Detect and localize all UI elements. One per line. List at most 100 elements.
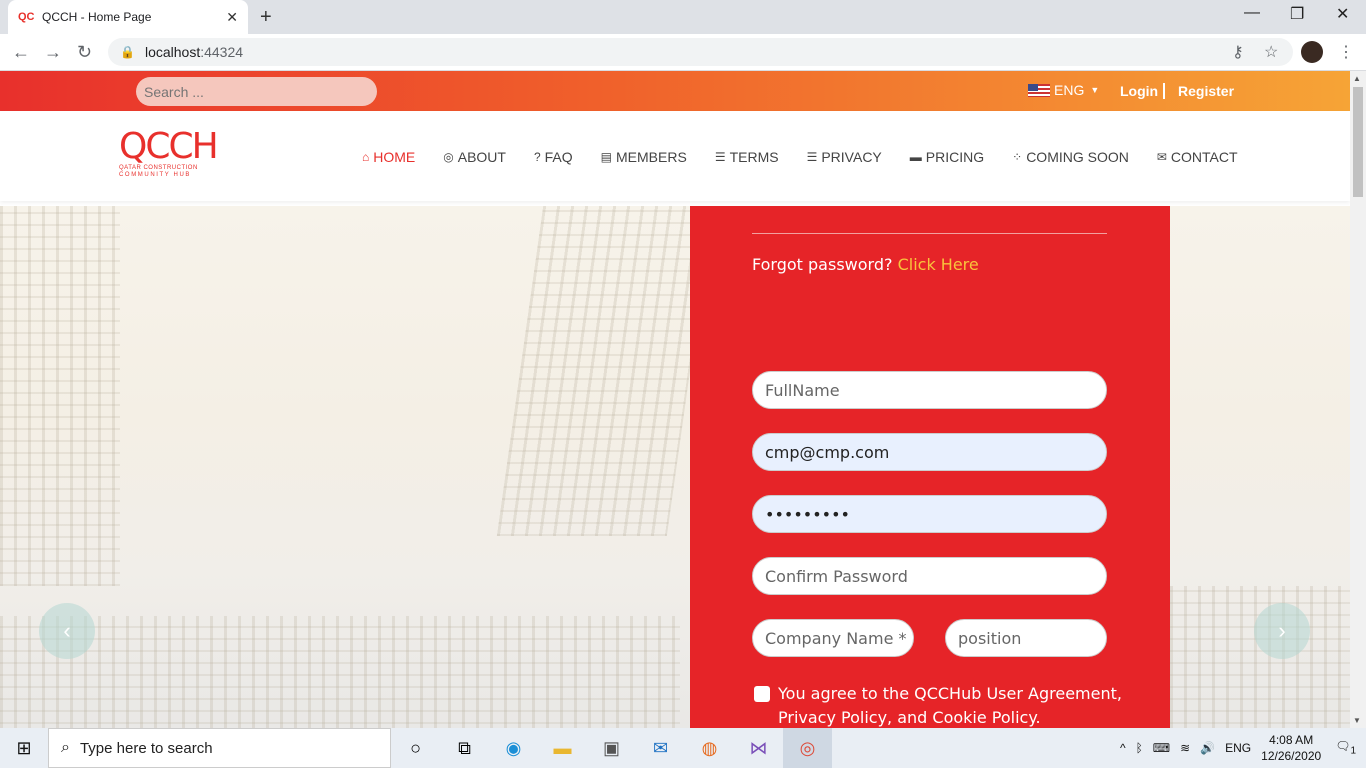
back-icon[interactable]: ← <box>12 42 30 63</box>
divider <box>752 233 1107 234</box>
building-base-image <box>0 616 680 728</box>
building-right-image <box>1170 586 1350 728</box>
nav-contact[interactable]: ✉ CONTACT <box>1157 149 1238 165</box>
agree-text-line2: Privacy Policy, and Cookie Policy. <box>778 708 1041 727</box>
file-explorer-icon[interactable]: ▬ <box>538 728 587 768</box>
menu-icon[interactable]: ⋮ <box>1338 42 1354 62</box>
star-icon[interactable]: ☆ <box>1264 42 1278 62</box>
task-view-icon[interactable]: ⧉ <box>440 728 489 768</box>
position-field[interactable] <box>945 619 1107 657</box>
clock-date: 12/26/2020 <box>1261 749 1322 763</box>
tab-title: QCCH - Home Page <box>42 10 152 24</box>
close-window-icon[interactable]: ✕ <box>1336 4 1349 24</box>
taskbar-search-text: Type here to search <box>79 739 213 757</box>
nav-privacy[interactable]: ☰ PRIVACY <box>807 149 882 165</box>
chrome-icon[interactable]: ◎ <box>783 728 832 768</box>
spinner-icon: ⁘ <box>1012 150 1023 164</box>
restore-icon[interactable]: ❐ <box>1290 4 1304 24</box>
forgot-text: Forgot password? <box>752 255 893 274</box>
password-field[interactable] <box>752 495 1107 533</box>
language-label: ENG <box>1054 82 1085 98</box>
nav-pricing[interactable]: ▬ PRICING <box>910 149 984 165</box>
minimize-icon[interactable]: — <box>1244 4 1260 22</box>
register-panel: Forgot password? Click Here You agree to… <box>690 206 1170 728</box>
nav-home[interactable]: ⌂ HOME <box>362 149 415 165</box>
browser-tab[interactable]: QC QCCH - Home Page ✕ <box>8 0 248 34</box>
site-search-input[interactable] <box>136 77 377 106</box>
taskbar-search[interactable]: ⌕ Type here to search <box>48 728 391 768</box>
scroll-down-icon[interactable]: ▼ <box>1353 716 1361 725</box>
forward-icon[interactable]: → <box>44 42 62 63</box>
wifi-icon[interactable]: ≋ <box>1180 741 1190 755</box>
address-bar: ← → ↻ 🔒 localhost:44324 ⚷ ☆ ⋮ <box>0 34 1366 71</box>
search-icon: ⌕ <box>61 739 70 756</box>
nav-label: HOME <box>373 149 416 165</box>
envelope-icon: ✉ <box>1156 150 1167 164</box>
show-hidden-icons-icon[interactable]: ^ <box>1120 741 1126 755</box>
bluetooth-icon[interactable]: ᛒ <box>1136 741 1143 755</box>
money-icon: ▬ <box>909 150 922 164</box>
nav-terms[interactable]: ☰ TERMS <box>715 149 779 165</box>
forgot-password-link[interactable]: Click Here <box>898 255 979 274</box>
register-link[interactable]: Register <box>1178 83 1234 99</box>
site-top-strip: ENG ▼ Login Register <box>0 71 1350 111</box>
list-icon: ☰ <box>714 150 726 164</box>
nav-faq[interactable]: ? FAQ <box>534 149 573 165</box>
store-icon[interactable]: ▣ <box>587 728 636 768</box>
building-center-image <box>496 206 714 536</box>
reload-icon[interactable]: ↻ <box>77 42 92 63</box>
url-port: :44324 <box>200 44 244 60</box>
nav-about[interactable]: ◎ ABOUT <box>443 149 506 165</box>
list-icon: ☰ <box>806 150 818 164</box>
nav-label: FAQ <box>544 149 573 165</box>
browser-tab-bar: QC QCCH - Home Page ✕ + — ❐ ✕ <box>0 0 1366 34</box>
notification-icon[interactable]: 🗨1 <box>1335 739 1356 756</box>
logo-line2: COMMUNITY HUB <box>119 172 192 178</box>
windows-taskbar: ⊞ ⌕ Type here to search ○ ⧉ ◉ ▬ ▣ ✉ ◍ ⋈ … <box>0 728 1366 768</box>
main-navbar: QCCH QATAR CONSTRUCTION COMMUNITY HUB ⌂ H… <box>0 111 1350 201</box>
mail-icon[interactable]: ✉ <box>636 728 685 768</box>
logo-mark: QCCH <box>119 126 219 167</box>
scroll-thumb[interactable] <box>1353 87 1363 197</box>
nav-members[interactable]: ▤ MEMBERS <box>601 149 687 165</box>
volume-icon[interactable]: 🔊 <box>1200 741 1215 755</box>
scroll-up-icon[interactable]: ▲ <box>1353 74 1361 83</box>
carousel-prev-button[interactable]: ‹ <box>39 603 95 659</box>
agree-checkbox[interactable] <box>754 686 770 702</box>
profile-avatar[interactable] <box>1301 41 1323 63</box>
nav-label: TERMS <box>729 149 779 165</box>
company-name-field[interactable] <box>752 619 914 657</box>
system-tray: ^ ᛒ ⌨ ≋ 🔊 ENG 4:08 AM 12/26/2020 🗨1 <box>1120 728 1366 768</box>
login-link[interactable]: Login <box>1120 83 1166 99</box>
nav-label: MEMBERS <box>616 149 687 165</box>
clock[interactable]: 4:08 AM 12/26/2020 <box>1261 732 1321 764</box>
email-field[interactable] <box>752 433 1107 471</box>
visual-studio-icon[interactable]: ⋈ <box>734 728 783 768</box>
language-selector[interactable]: ENG ▼ <box>1028 82 1099 98</box>
taskbar-lang[interactable]: ENG <box>1225 741 1251 755</box>
cortana-icon[interactable]: ○ <box>391 728 440 768</box>
confirm-password-field[interactable] <box>752 557 1107 595</box>
url-host: localhost <box>144 44 201 60</box>
caret-down-icon: ▼ <box>1090 85 1100 95</box>
fullname-field[interactable] <box>752 371 1107 409</box>
site-favicon-icon: QC <box>18 11 35 23</box>
page-scrollbar[interactable]: ▲ ▼ <box>1350 71 1366 728</box>
new-tab-icon[interactable]: + <box>260 6 272 29</box>
windows-start-icon[interactable]: ⊞ <box>0 728 48 768</box>
main-nav: ⌂ HOME ◎ ABOUT ? FAQ ▤ MEMBERS ☰ TERMS ☰ PRIVA… <box>362 149 1266 165</box>
key-icon[interactable]: ⚷ <box>1232 42 1244 62</box>
agree-text-line1: You agree to the QCCHub User Agreement, <box>778 684 1122 703</box>
firefox-icon[interactable]: ◍ <box>685 728 734 768</box>
close-tab-icon[interactable]: ✕ <box>226 9 238 26</box>
qcch-logo[interactable]: QCCH QATAR CONSTRUCTION COMMUNITY HUB <box>119 129 219 181</box>
url-field[interactable]: 🔒 localhost:44324 <box>108 38 1293 66</box>
input-indicator-icon[interactable]: ⌨ <box>1153 741 1170 755</box>
nav-label: ABOUT <box>457 149 506 165</box>
nav-label: PRICING <box>925 149 985 165</box>
lock-icon: 🔒 <box>120 45 135 59</box>
edge-icon[interactable]: ◉ <box>489 728 538 768</box>
id-card-icon: ▤ <box>600 150 613 164</box>
carousel-next-button[interactable]: › <box>1254 603 1310 659</box>
nav-coming-soon[interactable]: ⁘ COMING SOON <box>1012 149 1129 165</box>
